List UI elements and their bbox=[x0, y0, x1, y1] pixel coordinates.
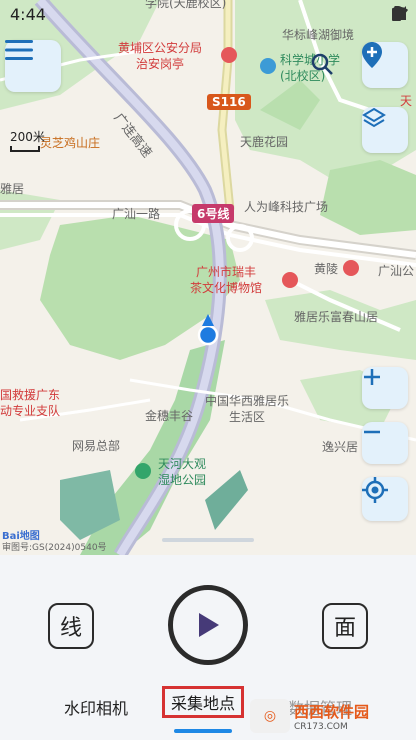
scale-bar bbox=[10, 146, 40, 152]
bottom-sheet-handle[interactable] bbox=[162, 538, 254, 542]
road-label-guangshan-2: 广汕公 bbox=[378, 264, 415, 278]
poi-tianhe-park[interactable]: 天河大观 湿地公园 bbox=[158, 456, 206, 488]
control-panel: 线 面 水印相机 采集地点 数据管理 ◎ 西西软件园 CR173.COM bbox=[0, 555, 416, 740]
poi-ya-left[interactable]: 雅居 bbox=[0, 180, 24, 197]
line-mode-button[interactable]: 线 bbox=[48, 603, 94, 649]
site-watermark: ◎ 西西软件园 CR173.COM bbox=[250, 696, 410, 736]
metro-line-6-badge: 6号线 bbox=[192, 204, 235, 223]
poi-tianlu-garden[interactable]: 天鹿花园 bbox=[240, 133, 288, 150]
poi-huaxi-living[interactable]: 中国华西雅居乐 生活区 bbox=[205, 393, 289, 425]
minus-icon bbox=[364, 430, 380, 434]
status-time: 4:44 bbox=[10, 5, 46, 24]
crosshair-icon bbox=[362, 477, 388, 503]
search-button[interactable] bbox=[310, 52, 350, 88]
add-location-icon bbox=[362, 42, 382, 68]
hamburger-menu-icon bbox=[5, 40, 33, 60]
active-tab-indicator bbox=[174, 729, 232, 733]
poi-yixing[interactable]: 逸兴居 bbox=[322, 438, 358, 455]
layers-icon bbox=[362, 107, 386, 128]
poi-tian-right[interactable]: 天 bbox=[400, 92, 412, 109]
search-icon bbox=[311, 53, 333, 75]
add-poi-button[interactable] bbox=[362, 42, 408, 88]
status-bar: 4:44 bbox=[0, 0, 416, 30]
poi-jinsui[interactable]: 金穗丰谷 bbox=[145, 407, 193, 424]
s116-badge: S116 bbox=[207, 94, 251, 110]
map-scale: 200米 bbox=[10, 128, 45, 152]
poi-wangyi[interactable]: 网易总部 bbox=[72, 437, 120, 454]
locate-me-button[interactable] bbox=[362, 477, 408, 521]
poi-police[interactable]: 黄埔区公安分局 治安岗亭 bbox=[118, 40, 202, 72]
poi-ruifeng-museum[interactable]: 广州市瑞丰 茶文化博物馆 bbox=[190, 264, 262, 296]
zoom-in-button[interactable] bbox=[362, 367, 408, 409]
layers-button[interactable] bbox=[362, 107, 408, 153]
road-label-guangshan-1: 广汕一路 bbox=[112, 207, 161, 221]
zoom-out-button[interactable] bbox=[362, 422, 408, 464]
tab-watermark-camera[interactable]: 水印相机 bbox=[64, 695, 128, 719]
poi-huangling[interactable]: 黄陵 bbox=[314, 260, 338, 277]
tab-collect-location[interactable]: 采集地点 bbox=[162, 686, 245, 718]
start-collect-button[interactable] bbox=[168, 585, 248, 665]
battery-icon bbox=[392, 6, 401, 21]
map-view[interactable]: 4:44 200米 广连高速 广汕一路 广汕公 6号线 S116 学院(天鹿校区… bbox=[0, 0, 416, 555]
poi-lingzhi[interactable]: 灵芝鸡山庄 bbox=[40, 134, 100, 151]
poi-rescue-team[interactable]: 国救援广东 动专业支队 bbox=[0, 387, 60, 419]
menu-button[interactable] bbox=[5, 40, 61, 92]
plus-icon bbox=[364, 369, 380, 385]
baidu-map-logo: Bai地图 bbox=[2, 531, 40, 542]
area-mode-button[interactable]: 面 bbox=[322, 603, 368, 649]
watermark-site: CR173.COM bbox=[294, 721, 348, 732]
play-icon bbox=[199, 613, 219, 637]
watermark-logo: ◎ bbox=[250, 699, 290, 733]
watermark-brand: 西西软件园 bbox=[294, 702, 370, 721]
poi-renwei-science[interactable]: 人为峰科技广场 bbox=[244, 198, 328, 215]
scale-label: 200米 bbox=[10, 130, 45, 144]
poi-yaju-mountain[interactable]: 雅居乐富春山居 bbox=[294, 308, 378, 325]
